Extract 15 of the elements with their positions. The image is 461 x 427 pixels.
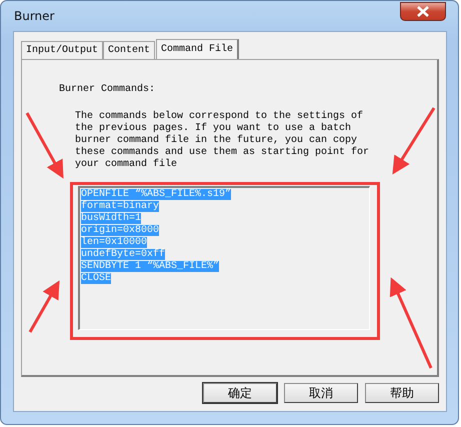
- arrow-icon: [392, 107, 436, 175]
- close-button[interactable]: [400, 2, 446, 20]
- arrow-icon: [26, 112, 64, 179]
- dialog-button[interactable]: 确定: [203, 383, 277, 403]
- description-text: The commands below correspond to the settings of the previous pages. If you want to use a batch burner command file in the future, you can copy these commands and use them as starting point for your command file: [75, 111, 370, 171]
- section-heading: Burner Commands:: [59, 84, 156, 95]
- tab[interactable]: Command File: [156, 39, 240, 59]
- arrow-icon: [28, 280, 60, 333]
- window-title: Burner: [14, 9, 54, 23]
- tab[interactable]: Content: [103, 41, 156, 59]
- tab[interactable]: Input/Output: [21, 41, 104, 59]
- close-icon: [416, 6, 430, 16]
- arrow-icon: [390, 277, 432, 369]
- dialog-button[interactable]: 取消: [284, 383, 358, 403]
- dialog-button[interactable]: 帮助: [365, 383, 439, 403]
